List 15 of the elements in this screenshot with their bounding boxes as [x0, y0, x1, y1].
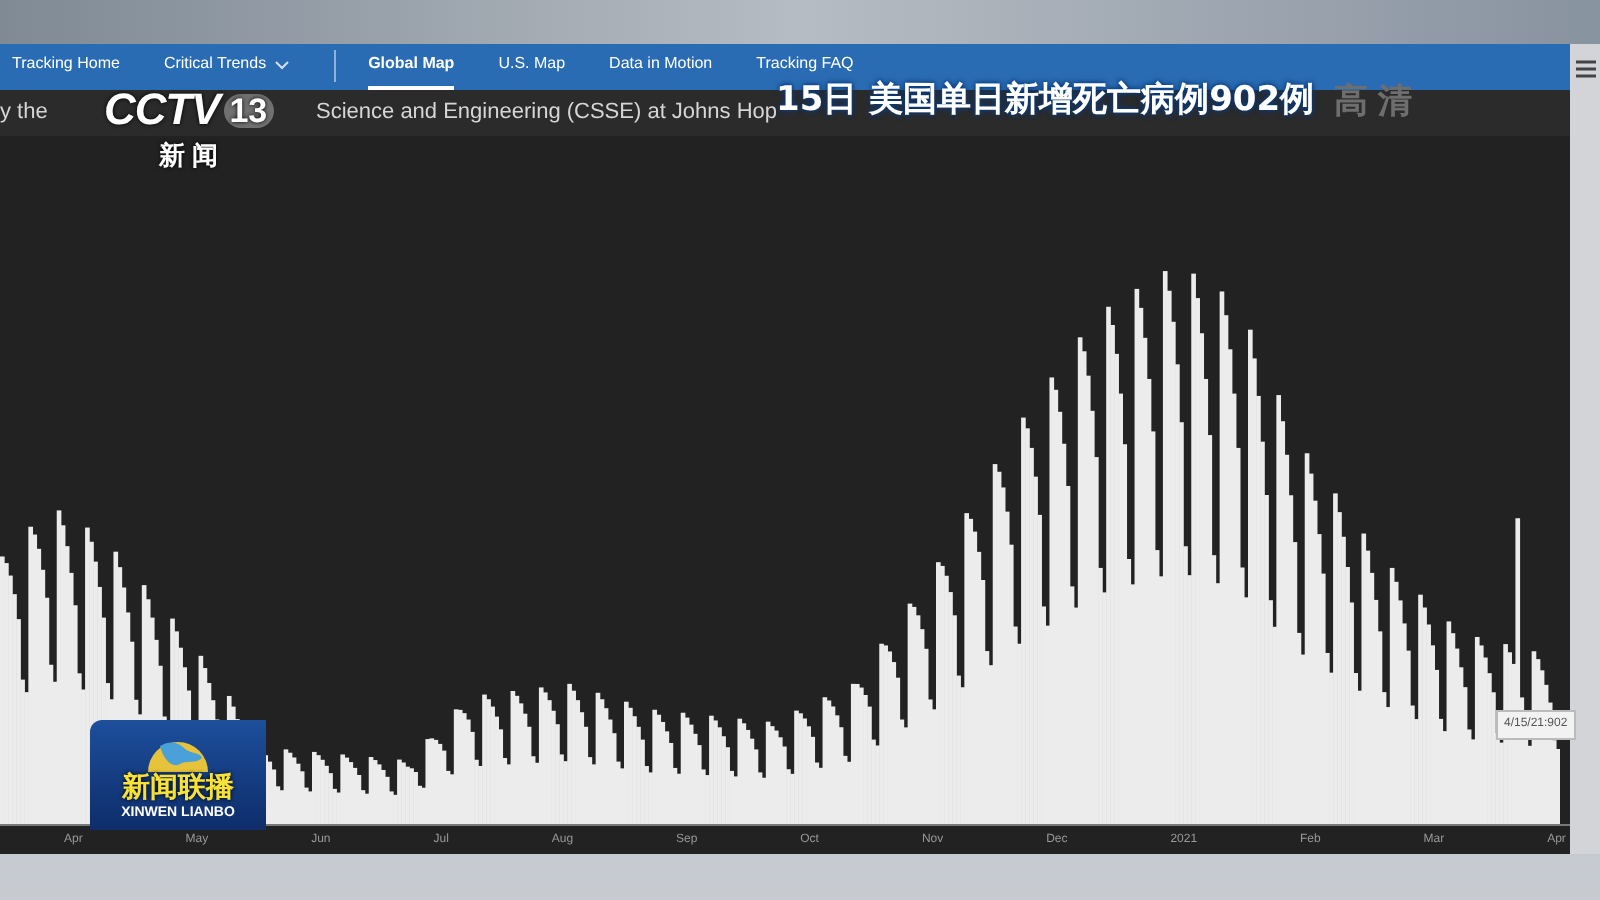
- nav-tab[interactable]: Critical Trends: [163, 52, 291, 90]
- subtitle-text: y the: [0, 98, 50, 129]
- nav-tab[interactable]: Tracking Home: [12, 52, 120, 90]
- chevron-down-icon: [274, 59, 291, 69]
- nav-tab[interactable]: Data in Motion: [609, 52, 713, 90]
- channel-subtitle: 新 闻: [159, 138, 219, 174]
- menu-icon[interactable]: [1575, 60, 1595, 78]
- channel-number: 13: [223, 93, 274, 127]
- hd-label: 高 清: [1334, 84, 1412, 118]
- program-title: 新闻联播: [122, 771, 234, 799]
- subtitle-text: Science and Engineering (CSSE) at Johns Hop: [316, 98, 778, 129]
- nav-tab[interactable]: U.S. Map: [498, 52, 566, 90]
- channel-name: CCTV: [104, 88, 220, 132]
- news-caption: 15日 美国单日新增死亡病例902例: [776, 84, 1315, 118]
- globe-icon: [148, 742, 208, 772]
